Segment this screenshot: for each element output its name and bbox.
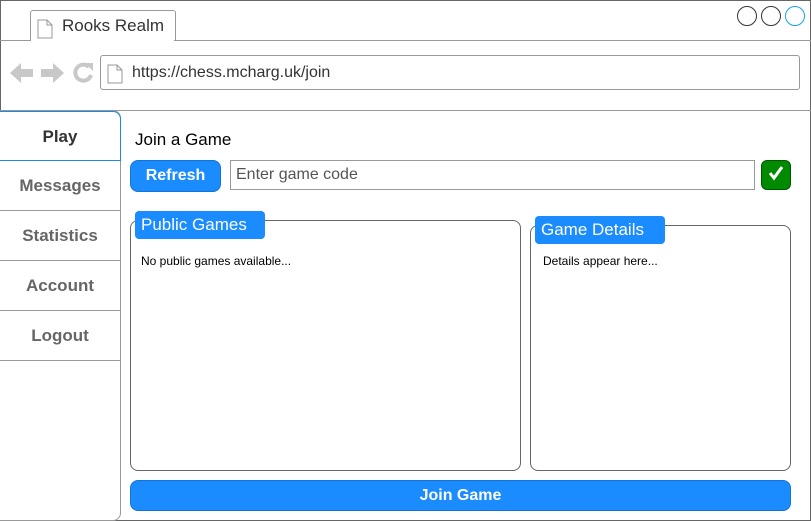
join-game-button[interactable]: Join Game xyxy=(130,480,791,511)
url-text: https://chess.mcharg.uk/join xyxy=(132,64,331,81)
game-details-header: Game Details xyxy=(535,216,665,244)
sidebar-item-account[interactable]: Account xyxy=(0,261,120,311)
sidebar-item-messages[interactable]: Messages xyxy=(0,161,120,211)
public-games-header: Public Games xyxy=(135,211,265,239)
refresh-button[interactable]: Refresh xyxy=(130,160,221,192)
page-icon xyxy=(107,64,123,89)
sidebar: Play Messages Statistics Account Logout xyxy=(0,110,121,521)
chrome-divider xyxy=(0,110,811,111)
browser-tab[interactable]: Rooks Realm xyxy=(30,10,176,41)
window-controls xyxy=(737,6,805,26)
back-arrow-icon[interactable] xyxy=(10,62,34,89)
sidebar-item-play[interactable]: Play xyxy=(0,111,121,161)
game-details-empty-message: Details appear here... xyxy=(543,254,658,268)
tab-title: Rooks Realm xyxy=(62,16,165,35)
restore-button[interactable] xyxy=(761,6,781,26)
checkmark-icon xyxy=(768,165,784,186)
reload-icon[interactable] xyxy=(72,62,94,89)
public-games-empty-message: No public games available... xyxy=(141,254,292,268)
sidebar-item-statistics[interactable]: Statistics xyxy=(0,211,120,261)
confirm-code-button[interactable] xyxy=(761,160,791,190)
forward-arrow-icon[interactable] xyxy=(40,62,64,89)
minimize-button[interactable] xyxy=(737,6,757,26)
page-title: Join a Game xyxy=(135,130,232,149)
sidebar-item-logout[interactable]: Logout xyxy=(0,311,120,361)
address-bar[interactable]: https://chess.mcharg.uk/join xyxy=(100,55,800,90)
close-button[interactable] xyxy=(785,6,805,26)
game-code-input[interactable] xyxy=(230,160,755,190)
